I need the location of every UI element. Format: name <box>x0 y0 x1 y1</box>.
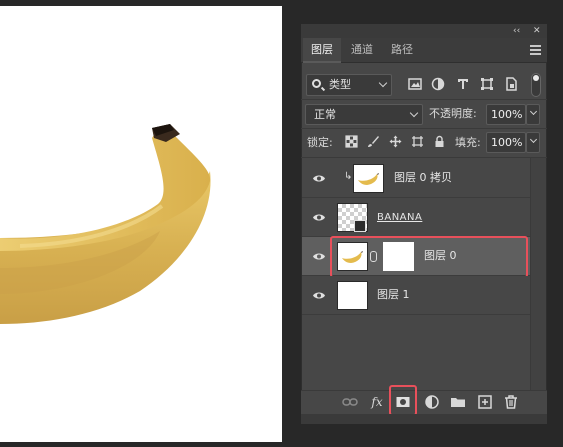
clipping-arrow-icon: ↳ <box>344 171 353 182</box>
layer-name[interactable]: 图层 0 拷贝 <box>394 171 452 185</box>
layer-thumbnail-transparent[interactable] <box>337 203 368 232</box>
layer-row-layer0-copy[interactable]: ↳ 图层 0 拷贝 <box>302 159 530 198</box>
banana-image <box>0 124 211 324</box>
opacity-input[interactable]: 100% <box>486 104 526 125</box>
new-layer-icon[interactable] <box>477 394 493 410</box>
filter-toggle-switch[interactable] <box>531 73 541 97</box>
eye-icon[interactable] <box>312 291 326 300</box>
tab-channels[interactable]: 通道 <box>343 38 381 63</box>
layer-list-scrollbar[interactable] <box>530 158 546 390</box>
image-filter-icon[interactable] <box>408 77 422 91</box>
eye-icon[interactable] <box>312 174 326 183</box>
adjustment-filter-icon[interactable] <box>431 77 445 91</box>
layer-thumbnail[interactable] <box>353 164 384 193</box>
tab-paths[interactable]: 路径 <box>383 38 421 63</box>
layer-row-banana[interactable]: BANANA <box>302 198 530 237</box>
blend-mode-value: 正常 <box>314 108 336 121</box>
chevron-down-icon <box>529 107 538 116</box>
add-mask-highlight <box>389 385 417 416</box>
lock-label: 锁定: <box>307 136 333 149</box>
fill-input[interactable]: 100% <box>486 132 526 153</box>
filter-kind-select[interactable]: 类型 <box>306 74 392 96</box>
layer-thumbnail-white[interactable] <box>337 281 368 310</box>
divider <box>301 99 547 100</box>
link-layers-icon[interactable] <box>342 394 358 410</box>
panel-footer <box>301 414 547 424</box>
fill-dropdown[interactable] <box>526 132 540 153</box>
search-icon <box>312 79 321 88</box>
smart-object-badge-icon <box>354 220 366 232</box>
chevron-down-icon <box>409 108 419 118</box>
tab-layers[interactable]: 图层 <box>303 38 341 63</box>
selected-layer-highlight <box>330 236 528 278</box>
trash-icon[interactable] <box>503 394 519 410</box>
eye-icon[interactable] <box>312 213 326 222</box>
lock-image-pixels-icon[interactable] <box>367 135 380 148</box>
close-icon[interactable]: ✕ <box>533 25 541 37</box>
chevron-down-icon <box>378 78 388 88</box>
panel-menu-icon[interactable] <box>530 45 541 55</box>
filter-kind-label: 类型 <box>329 78 351 91</box>
panel-tab-bar: 图层 通道 路径 <box>301 38 547 63</box>
prevent-autonest-icon[interactable] <box>411 135 424 148</box>
shape-filter-icon[interactable] <box>480 77 494 91</box>
opacity-label: 不透明度: <box>429 107 477 120</box>
eye-icon[interactable] <box>312 252 326 261</box>
group-folder-icon[interactable] <box>450 394 466 410</box>
document-canvas[interactable] <box>0 6 282 442</box>
lock-transparent-pixels-icon[interactable] <box>345 135 358 148</box>
opacity-dropdown[interactable] <box>526 104 540 125</box>
divider <box>301 128 547 129</box>
lock-position-icon[interactable] <box>389 135 402 148</box>
layer-row-layer1[interactable]: 图层 1 <box>302 276 530 315</box>
fill-label: 填充: <box>455 136 481 149</box>
banana-thumbnail-image <box>358 173 379 185</box>
panel-title-bar <box>301 24 547 38</box>
type-filter-icon[interactable] <box>456 77 470 91</box>
chevron-down-icon <box>529 135 538 144</box>
fx-icon[interactable]: fx <box>369 394 385 410</box>
adjustment-layer-icon[interactable] <box>424 394 440 410</box>
blend-mode-select[interactable]: 正常 <box>305 104 423 125</box>
smart-object-filter-icon[interactable] <box>504 77 518 91</box>
lock-all-icon[interactable] <box>433 135 446 148</box>
double-chevron-left-icon[interactable]: ‹‹ <box>513 25 520 37</box>
layer-name[interactable]: 图层 1 <box>377 288 410 302</box>
layer-name[interactable]: BANANA <box>377 211 422 225</box>
